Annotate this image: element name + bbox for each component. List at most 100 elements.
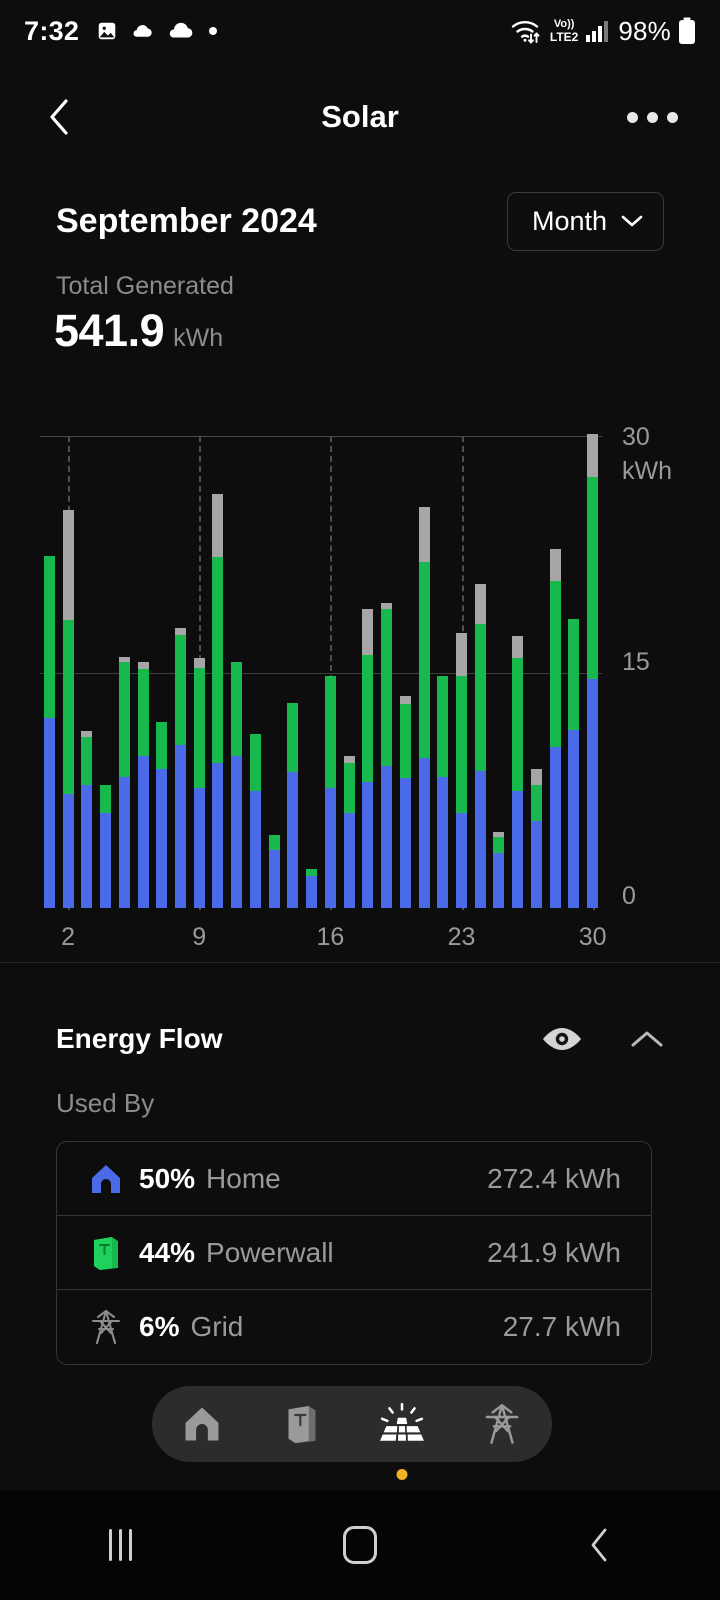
powerwall-segment	[549, 580, 561, 747]
chart-bar-day-21[interactable]	[415, 434, 434, 908]
chart-bar-day-14[interactable]	[284, 434, 303, 908]
back-button[interactable]	[42, 99, 78, 135]
chart-bar-day-3[interactable]	[77, 434, 96, 908]
chart-bar-day-28[interactable]	[546, 434, 565, 908]
y-tick-30: 30	[622, 423, 650, 451]
bar-stack	[456, 434, 468, 908]
chart-bar-day-24[interactable]	[471, 434, 490, 908]
grid-export-segment	[212, 494, 224, 558]
grid-export-segment	[456, 633, 468, 676]
chart-bar-day-23[interactable]	[452, 434, 471, 908]
chart-bar-day-16[interactable]	[321, 434, 340, 908]
chart-bar-day-6[interactable]	[134, 434, 153, 908]
home-segment	[249, 791, 261, 908]
powerwall-icon-wrap	[87, 1235, 125, 1271]
powerwall-segment	[399, 704, 411, 779]
status-bar-clock: 7:32	[24, 15, 80, 46]
chart-bar-day-1[interactable]	[40, 434, 59, 908]
chart-bar-day-2[interactable]	[59, 434, 78, 908]
powerwall-icon	[288, 1406, 316, 1444]
bar-stack	[156, 434, 168, 908]
tab-solar[interactable]	[352, 1386, 452, 1480]
energy-flow-row-powerwall[interactable]: 44% Powerwall 241.9 kWh	[57, 1216, 651, 1290]
status-bar-system-icons: Vo)) LTE2 98%	[511, 16, 696, 47]
chart-bar-day-30[interactable]	[583, 434, 602, 908]
home-icon	[185, 1407, 219, 1441]
tab-powerwall[interactable]	[252, 1386, 352, 1462]
chart-bar-day-7[interactable]	[152, 434, 171, 908]
chart-bar-day-29[interactable]	[565, 434, 584, 908]
tab-home[interactable]	[152, 1386, 252, 1462]
powerwall-segment	[306, 868, 318, 877]
image-icon	[99, 22, 116, 40]
chart-bar-day-12[interactable]	[246, 434, 265, 908]
bar-stack	[137, 434, 149, 908]
total-generated-label: Total Generated	[56, 272, 234, 300]
period-selector-button[interactable]: Month	[506, 191, 664, 251]
android-recents-button[interactable]	[0, 1529, 240, 1561]
powerwall-segment	[493, 836, 505, 853]
home-segment	[193, 787, 205, 908]
home-segment	[100, 813, 112, 908]
collapse-section-button[interactable]	[630, 1028, 664, 1050]
energy-flow-row-grid[interactable]: 6% Grid 27.7 kWh	[57, 1290, 651, 1364]
chart-bar-day-27[interactable]	[527, 434, 546, 908]
x-tick-23: 23	[447, 923, 476, 951]
android-home-button[interactable]	[240, 1526, 480, 1564]
month-label: September 2024	[56, 201, 317, 240]
home-segment	[175, 745, 186, 908]
home-segment	[587, 678, 599, 908]
powerwall-segment	[268, 835, 280, 850]
period-header: September 2024 Month	[0, 186, 720, 256]
android-back-button[interactable]	[480, 1527, 720, 1563]
tab-grid[interactable]	[452, 1386, 552, 1462]
chart-bar-day-8[interactable]	[171, 434, 190, 908]
x-tick-30: 30	[578, 923, 607, 951]
home-segment	[418, 757, 430, 908]
home-segment	[287, 772, 299, 908]
visibility-toggle-button[interactable]	[540, 1024, 584, 1054]
chart-bars	[40, 434, 602, 908]
solar-generation-chart[interactable]: 30 kWh 15 0 2 9 16 23 30	[0, 410, 720, 962]
status-bar-notification-icons	[96, 20, 218, 42]
home-segment	[381, 765, 393, 908]
status-bar: 7:32 Vo)) LTE2 98%	[0, 0, 720, 62]
chart-bar-day-13[interactable]	[265, 434, 284, 908]
more-options-button[interactable]	[627, 111, 678, 123]
chart-plot-area	[40, 423, 602, 910]
chart-bar-day-22[interactable]	[433, 434, 452, 908]
bar-stack	[193, 434, 205, 908]
grid-export-segment	[549, 549, 561, 581]
grid-export-segment	[399, 696, 411, 705]
grid-export-segment	[530, 769, 542, 785]
bar-stack	[474, 434, 486, 908]
home-segment	[268, 849, 280, 908]
chart-bar-day-17[interactable]	[340, 434, 359, 908]
chart-bar-day-5[interactable]	[115, 434, 134, 908]
energy-flow-actions	[540, 1024, 664, 1054]
powerwall-segment	[231, 661, 243, 757]
home-value: 272.4 kWh	[487, 1162, 621, 1194]
chart-bar-day-11[interactable]	[227, 434, 246, 908]
energy-flow-row-home[interactable]: 50% Home 272.4 kWh	[57, 1142, 651, 1216]
bar-stack	[324, 434, 336, 908]
chart-bar-day-19[interactable]	[377, 434, 396, 908]
grid-icon	[91, 1309, 121, 1345]
chart-bar-day-18[interactable]	[358, 434, 377, 908]
energy-flow-title: Energy Flow	[56, 1023, 223, 1054]
grid-export-segment	[587, 434, 599, 478]
cloud-small-icon	[133, 25, 152, 37]
bar-stack	[343, 434, 355, 908]
chart-bar-day-4[interactable]	[96, 434, 115, 908]
chart-bar-day-15[interactable]	[302, 434, 321, 908]
chart-bar-day-10[interactable]	[209, 434, 228, 908]
grid-export-segment	[193, 658, 205, 668]
bar-stack	[306, 434, 318, 908]
chart-bar-day-9[interactable]	[190, 434, 209, 908]
chart-bar-day-26[interactable]	[508, 434, 527, 908]
powerwall-segment	[287, 702, 299, 773]
chart-bar-day-20[interactable]	[396, 434, 415, 908]
grid-label: Grid	[190, 1311, 244, 1342]
grid-icon	[485, 1403, 519, 1444]
chart-bar-day-25[interactable]	[490, 434, 509, 908]
